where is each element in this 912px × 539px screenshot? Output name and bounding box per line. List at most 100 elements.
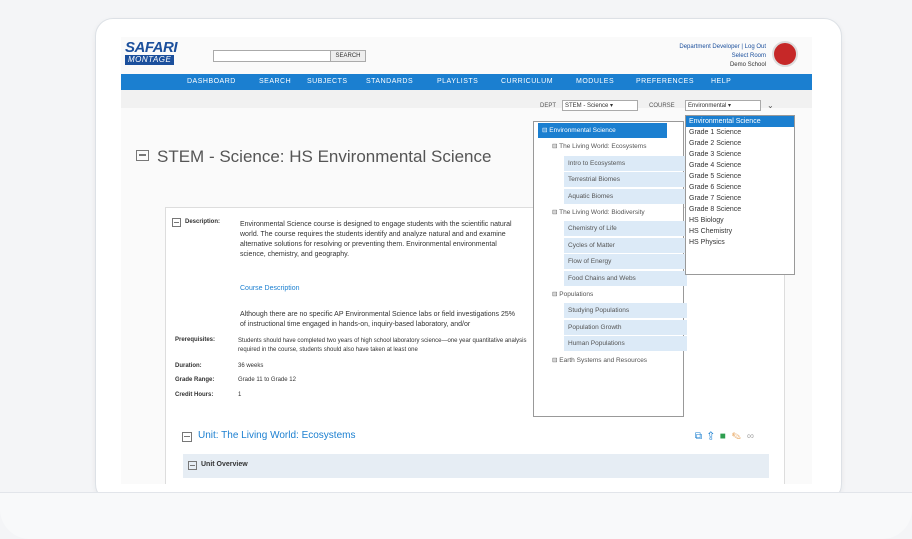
collapse-overview-icon[interactable] [188, 461, 197, 470]
grade-range-value: Grade 11 to Grade 12 [238, 377, 296, 383]
course-label: COURSE [649, 103, 675, 109]
description-label: Description: [185, 219, 221, 225]
app-screen: SAFARI MONTAGE SEARCH Department Develop… [121, 37, 812, 484]
prereq-label: Prerequisites: [175, 337, 216, 343]
course-option[interactable]: HS Physics [686, 237, 794, 248]
user-box: Department Developer | Log Out Select Ro… [679, 43, 766, 70]
course-option[interactable]: Grade 5 Science [686, 171, 794, 182]
folder-label: Studying Populations [568, 307, 630, 315]
collapse-icon[interactable] [136, 150, 149, 161]
search-button[interactable]: SEARCH [330, 50, 366, 62]
safari-montage-logo[interactable]: SAFARI MONTAGE [125, 39, 178, 65]
course-option[interactable]: Grade 2 Science [686, 138, 794, 149]
school-seal-icon [772, 41, 798, 67]
course-option[interactable]: Grade 3 Science [686, 149, 794, 160]
main-nav: DASHBOARD SEARCH SUBJECTS STANDARDS PLAY… [121, 74, 812, 90]
select-room-link[interactable]: Select Room [679, 52, 766, 61]
nav-curriculum[interactable]: CURRICULUM [501, 74, 553, 90]
nav-playlists[interactable]: PLAYLISTS [437, 74, 478, 90]
duration-value: 36 weeks [238, 363, 264, 369]
folder-tree-item[interactable]: ⊟ The Living World: Ecosystems [548, 139, 685, 154]
folder-label: Flow of Energy [568, 258, 612, 266]
dept-value: STEM - Science [565, 103, 609, 109]
course-description-link[interactable]: Course Description [240, 285, 300, 292]
unit-title[interactable]: Unit: The Living World: Ecosystems [198, 430, 355, 441]
course-description: Environmental Science course is designed… [240, 221, 512, 258]
nav-preferences[interactable]: PREFERENCES [636, 74, 694, 90]
course-option[interactable]: HS Chemistry [686, 226, 794, 237]
credit-hours-value: 1 [238, 392, 242, 398]
copy-icon[interactable]: ⧉ [695, 431, 708, 442]
folder-label: Human Populations [568, 340, 625, 348]
user-logout-link[interactable]: Department Developer | Log Out [679, 43, 766, 52]
folder-label: The Living World: Biodiversity [559, 209, 645, 216]
nav-help[interactable]: HELP [711, 74, 731, 90]
folder-tree-item[interactable]: Aquatic Biomes [564, 188, 687, 204]
course-option[interactable]: Grade 8 Science [686, 204, 794, 215]
folder-tree-item[interactable]: ⊟ The Living World: Biodiversity [548, 205, 685, 220]
folder-tree-item[interactable]: Food Chains and Webs [564, 270, 687, 286]
dept-select[interactable]: STEM - Science ▾ [562, 100, 638, 111]
unit-overview-bar: Unit Overview [183, 454, 769, 478]
page-title: STEM - Science: HS Environmental Science [157, 147, 492, 166]
chevron-down-icon[interactable]: ⌄ [767, 101, 774, 110]
folder-tree-item[interactable]: Terrestrial Biomes [564, 172, 687, 188]
course-option[interactable]: Grade 7 Science [686, 193, 794, 204]
course-option[interactable]: Environmental Science [686, 116, 794, 127]
unit-bar: Unit: The Living World: Ecosystems ⧉⇪■✎∞ [178, 428, 768, 446]
logo-wordmark: SAFARI [125, 39, 178, 56]
folder-label: Population Growth [568, 323, 622, 331]
prereq-text: Students should have completed two years… [238, 338, 527, 353]
laptop-base [0, 492, 912, 539]
folder-label: Earth Systems and Resources [559, 356, 648, 364]
folder-tree-item[interactable]: Cycles of Matter [564, 237, 687, 253]
school-name: Demo School [729, 62, 766, 68]
add-icon[interactable]: ■ [720, 431, 732, 442]
course-option[interactable]: HS Biology [686, 215, 794, 226]
course-option[interactable]: Grade 1 Science [686, 127, 794, 138]
credit-hours-label: Credit Hours: [175, 392, 214, 398]
duration-label: Duration: [175, 363, 202, 369]
logo-subtitle: MONTAGE [125, 55, 175, 65]
folder-label: Aquatic Biomes [568, 192, 614, 200]
folder-tree-item[interactable]: ⊟ Populations [548, 287, 685, 302]
folder-tree-item[interactable]: Population Growth [564, 319, 687, 335]
nav-subjects[interactable]: SUBJECTS [307, 74, 348, 90]
unit-toolbar: ⧉⇪■✎∞ [695, 431, 760, 442]
folder-tree-item[interactable]: Human Populations [564, 336, 687, 352]
folder-label: Chemistry of Life [568, 225, 617, 233]
grade-range-label: Grade Range: [175, 377, 215, 383]
nav-standards[interactable]: STANDARDS [366, 74, 413, 90]
share-icon[interactable]: ⇪ [708, 431, 720, 442]
edit-icon[interactable]: ✎ [732, 431, 747, 442]
folder-tree-item[interactable]: Chemistry of Life [564, 221, 687, 237]
search-input[interactable] [213, 50, 331, 62]
folders-panel: EDIT FOLDERS ⊟ Environmental Science⊟ Th… [533, 121, 687, 417]
folder-label: Populations [559, 291, 594, 298]
folder-tree-item[interactable]: ⊟ Earth Systems and Resources [548, 353, 685, 368]
folder-tree-item[interactable]: ⊟ Environmental Science [538, 123, 667, 138]
link-icon[interactable]: ∞ [747, 431, 760, 442]
collapse-description-icon[interactable] [172, 218, 181, 227]
folder-label: The Living World: Ecosystems [559, 143, 647, 151]
course-value: Environmental [688, 103, 727, 109]
folder-label: Terrestrial Biomes [568, 176, 621, 184]
nav-dashboard[interactable]: DASHBOARD [187, 74, 236, 90]
folder-tree-item[interactable]: Intro to Ecosystems [564, 155, 687, 171]
nav-search[interactable]: SEARCH [259, 74, 291, 90]
folder-label: Food Chains and Webs [568, 274, 636, 282]
folder-tree-item[interactable]: Flow of Energy [564, 254, 687, 270]
course-option[interactable]: Grade 4 Science [686, 160, 794, 171]
folder-label: Cycles of Matter [568, 241, 615, 249]
collapse-unit-icon[interactable] [182, 432, 192, 442]
unit-overview-label: Unit Overview [201, 461, 248, 468]
course-dropdown-list: Environmental Science Grade 1 Science Grad… [685, 115, 795, 275]
course-description-2: Although there are no specific AP Enviro… [240, 311, 515, 328]
course-option[interactable]: Grade 6 Science [686, 182, 794, 193]
folder-label: Intro to Ecosystems [568, 159, 626, 167]
folder-tree-item[interactable]: Studying Populations [564, 303, 687, 319]
dept-label: DEPT [540, 103, 557, 109]
folder-label: Environmental Science [549, 127, 616, 134]
nav-modules[interactable]: MODULES [576, 74, 614, 90]
course-select[interactable]: Environmental ▾ [685, 100, 761, 111]
